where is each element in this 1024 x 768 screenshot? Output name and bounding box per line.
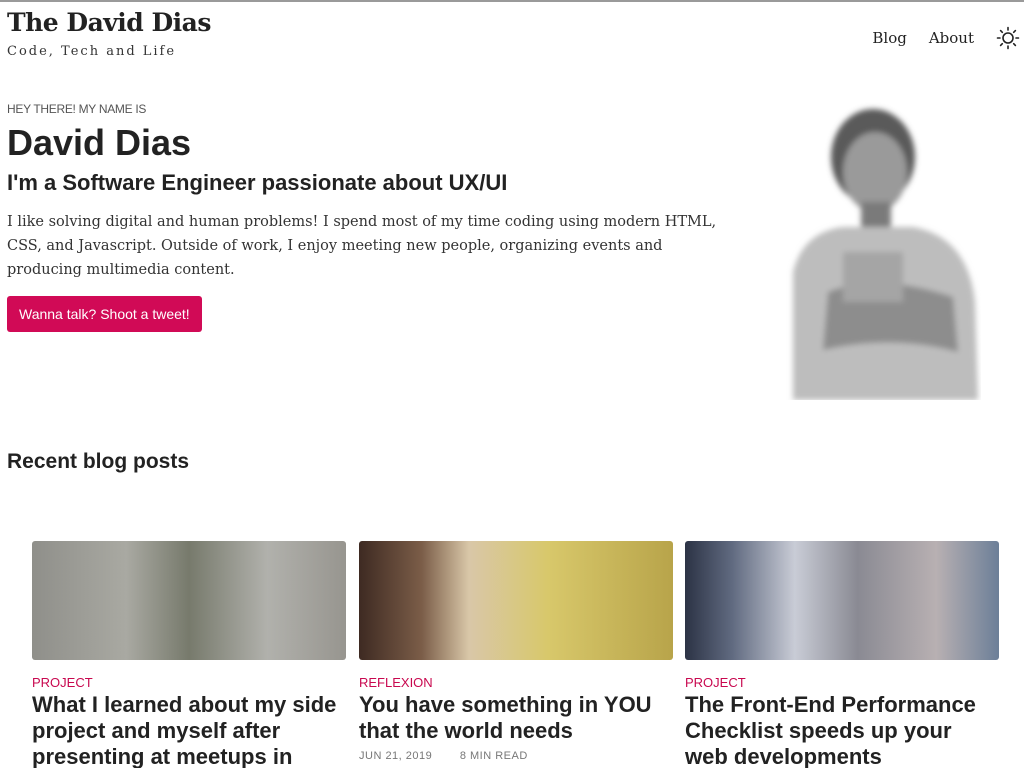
site-title[interactable]: The David Dias [7,8,211,37]
post-date: JUN 21, 2019 [359,750,433,762]
post-read-time: 8 MIN READ [459,750,528,762]
hero-description: I like solving digital and human problem… [7,214,717,278]
profile-photo [783,102,981,400]
sun-icon[interactable] [996,26,1020,50]
post-category[interactable]: PROJECT [685,675,999,690]
nav-link-blog[interactable]: Blog [872,29,906,47]
blog-post-card[interactable]: REFLEXION You have something in YOU that… [359,541,673,762]
post-title[interactable]: You have something in YOU that the world… [359,692,673,744]
main-nav: Blog About [872,26,1024,50]
post-thumbnail[interactable] [685,541,999,660]
post-category[interactable]: REFLEXION [359,675,673,690]
recent-posts-heading: Recent blog posts [7,450,190,473]
tweet-cta-button[interactable]: Wanna talk? Shoot a tweet! [7,296,202,332]
post-thumbnail[interactable] [32,541,346,660]
nav-link-about[interactable]: About [929,29,974,47]
site-header: The David Dias Code, Tech and Life Blog … [7,8,1024,68]
blog-post-card[interactable]: PROJECT The Front-End Performance Checkl… [685,541,999,768]
post-title[interactable]: The Front-End Performance Checklist spee… [685,692,999,768]
blog-post-card[interactable]: PROJECT What I learned about my side pro… [32,541,346,768]
hero-section: HEY THERE! MY NAME IS David Dias I'm a S… [7,102,727,332]
post-meta: JUN 21, 2019 8 MIN READ [359,750,673,762]
hero-name: David Dias [7,122,192,163]
post-category[interactable]: PROJECT [32,675,346,690]
site-tagline: Code, Tech and Life [7,44,177,59]
post-title[interactable]: What I learned about my side project and… [32,692,346,768]
post-thumbnail[interactable] [359,541,673,660]
hero-kicker: HEY THERE! MY NAME IS [7,102,147,116]
hero-role: I'm a Software Engineer passionate about… [7,170,508,195]
